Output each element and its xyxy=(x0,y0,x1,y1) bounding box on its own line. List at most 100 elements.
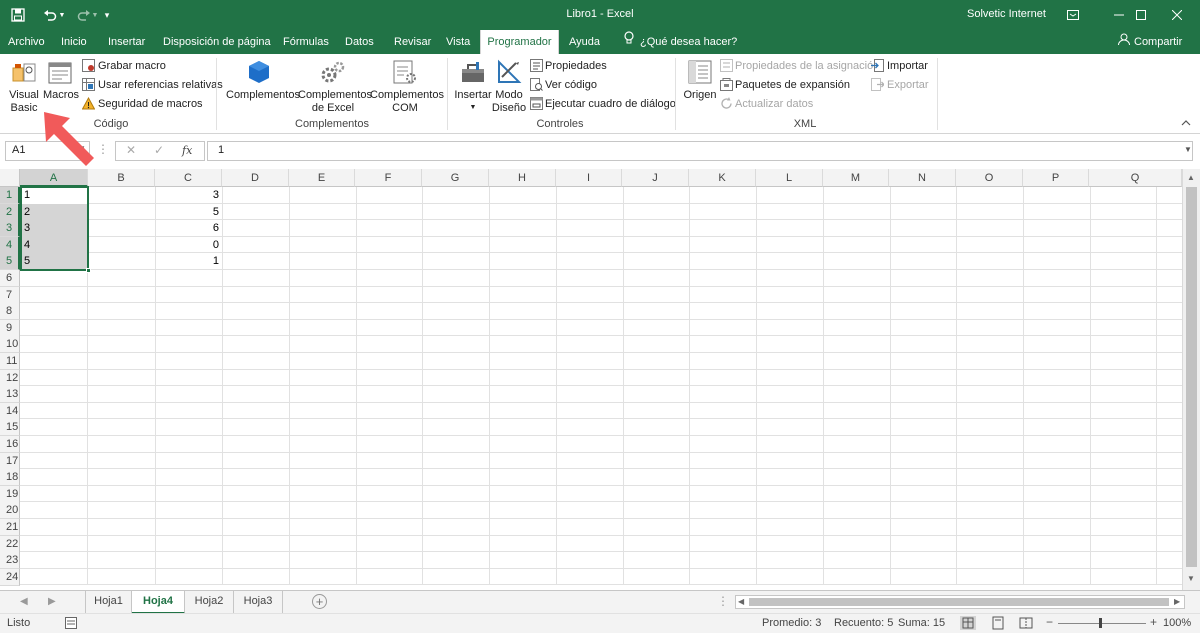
tab-insertar[interactable]: Insertar xyxy=(108,30,145,54)
column-header-i[interactable]: I xyxy=(556,169,622,187)
column-header-k[interactable]: K xyxy=(689,169,756,187)
page-layout-view-icon[interactable] xyxy=(990,616,1006,633)
row-header-18[interactable]: 18 xyxy=(0,469,20,486)
zoom-out-icon[interactable]: − xyxy=(1046,615,1053,629)
row-header-8[interactable]: 8 xyxy=(0,303,20,320)
column-header-b[interactable]: B xyxy=(88,169,155,187)
redo-dropdown-icon[interactable]: ▼ xyxy=(91,7,99,23)
sheet-tab-hoja3[interactable]: Hoja3 xyxy=(234,591,283,613)
row-header-22[interactable]: 22 xyxy=(0,536,20,553)
row-header-14[interactable]: 14 xyxy=(0,403,20,420)
next-sheet-icon[interactable]: ▶ xyxy=(48,596,56,607)
column-header-q[interactable]: Q xyxy=(1089,169,1182,187)
tab-inicio[interactable]: Inicio xyxy=(61,30,87,54)
column-header-f[interactable]: F xyxy=(355,169,422,187)
close-button[interactable] xyxy=(1154,0,1200,30)
tell-me-box[interactable]: ¿Qué desea hacer? xyxy=(624,30,737,54)
vertical-scrollbar[interactable]: ▲ ▼ xyxy=(1182,169,1200,590)
zoom-slider[interactable] xyxy=(1058,623,1146,624)
cell-c3[interactable]: 6 xyxy=(155,220,221,236)
column-header-d[interactable]: D xyxy=(222,169,289,187)
share-button[interactable]: Compartir xyxy=(1118,30,1182,54)
tab-revisar[interactable]: Revisar xyxy=(394,30,431,54)
customize-qat-icon[interactable]: ▾ xyxy=(102,7,112,23)
column-header-n[interactable]: N xyxy=(889,169,956,187)
row-header-15[interactable]: 15 xyxy=(0,419,20,436)
formula-input[interactable]: 1 xyxy=(207,141,1193,161)
scroll-thumb[interactable] xyxy=(1186,187,1197,567)
normal-view-icon[interactable] xyxy=(960,616,976,630)
sheet-tab-hoja1[interactable]: Hoja1 xyxy=(86,591,132,613)
fill-handle[interactable] xyxy=(86,268,91,273)
scroll-down-icon[interactable]: ▼ xyxy=(1187,574,1195,583)
enter-icon[interactable]: ✓ xyxy=(154,143,164,157)
row-header-17[interactable]: 17 xyxy=(0,453,20,470)
tab-programador[interactable]: Programador xyxy=(480,30,559,55)
column-header-c[interactable]: C xyxy=(155,169,222,187)
row-header-7[interactable]: 7 xyxy=(0,287,20,304)
cell-c1[interactable]: 3 xyxy=(155,187,221,203)
column-header-m[interactable]: M xyxy=(823,169,889,187)
column-header-e[interactable]: E xyxy=(289,169,355,187)
scroll-right-icon[interactable]: ▶ xyxy=(1174,597,1180,606)
cell-c4[interactable]: 0 xyxy=(155,237,221,253)
row-header-11[interactable]: 11 xyxy=(0,353,20,370)
row-header-5[interactable]: 5 xyxy=(0,253,20,270)
tab-archivo[interactable]: Archivo xyxy=(8,30,45,54)
row-header-16[interactable]: 16 xyxy=(0,436,20,453)
row-header-23[interactable]: 23 xyxy=(0,552,20,569)
scroll-up-icon[interactable]: ▲ xyxy=(1187,173,1195,182)
row-header-24[interactable]: 24 xyxy=(0,569,20,586)
redo-icon[interactable] xyxy=(76,7,92,23)
row-header-1[interactable]: 1 xyxy=(0,187,20,204)
column-header-a[interactable]: A xyxy=(20,169,88,187)
undo-icon[interactable] xyxy=(42,7,58,23)
expand-formula-bar-icon[interactable]: ▼ xyxy=(1184,145,1192,154)
sheet-tab-hoja4[interactable]: Hoja4 xyxy=(132,591,185,614)
row-header-19[interactable]: 19 xyxy=(0,486,20,503)
row-header-13[interactable]: 13 xyxy=(0,386,20,403)
zoom-level[interactable]: 100% xyxy=(1163,617,1191,629)
tab-formulas[interactable]: Fórmulas xyxy=(283,30,329,54)
row-header-6[interactable]: 6 xyxy=(0,270,20,287)
horizontal-scrollbar[interactable]: ◀ ▶ xyxy=(735,595,1185,609)
cell-c5[interactable]: 1 xyxy=(155,253,221,269)
zoom-in-icon[interactable]: + xyxy=(1150,615,1157,629)
zoom-slider-thumb[interactable] xyxy=(1099,618,1102,628)
collapse-ribbon-icon[interactable] xyxy=(1181,118,1191,129)
sheet-tab-hoja2[interactable]: Hoja2 xyxy=(185,591,234,613)
row-header-2[interactable]: 2 xyxy=(0,204,20,221)
row-header-12[interactable]: 12 xyxy=(0,370,20,387)
insert-function-icon[interactable]: fx xyxy=(182,144,192,157)
tab-ayuda[interactable]: Ayuda xyxy=(569,30,600,54)
undo-dropdown-icon[interactable]: ▼ xyxy=(58,7,66,23)
column-header-h[interactable]: H xyxy=(489,169,556,187)
row-header-3[interactable]: 3 xyxy=(0,220,20,237)
tab-vista[interactable]: Vista xyxy=(446,30,470,54)
ribbon-display-options-icon[interactable] xyxy=(1050,0,1096,30)
column-header-g[interactable]: G xyxy=(422,169,489,187)
worksheet-grid[interactable]: ABCDEFGHIJKLMNOPQ 1 2 3 4 5 6 7 8 9 10 11 12 13 14 15 1… xyxy=(0,169,1200,590)
row-header-10[interactable]: 10 xyxy=(0,336,20,353)
page-break-view-icon[interactable] xyxy=(1018,616,1034,633)
tab-datos[interactable]: Datos xyxy=(345,30,374,54)
macro-record-status-icon[interactable] xyxy=(65,617,77,632)
row-header-20[interactable]: 20 xyxy=(0,502,20,519)
column-header-p[interactable]: P xyxy=(1023,169,1089,187)
cancel-icon[interactable]: ✕ xyxy=(126,143,136,157)
save-icon[interactable] xyxy=(10,7,26,23)
tab-disposicion[interactable]: Disposición de página xyxy=(163,30,271,54)
scroll-left-icon[interactable]: ◀ xyxy=(738,597,744,606)
hscroll-thumb[interactable] xyxy=(749,598,1169,606)
user-name[interactable]: Solvetic Internet xyxy=(967,8,1046,20)
column-header-j[interactable]: J xyxy=(622,169,689,187)
cell-c2[interactable]: 5 xyxy=(155,204,221,220)
column-header-o[interactable]: O xyxy=(956,169,1023,187)
row-header-9[interactable]: 9 xyxy=(0,320,20,337)
row-header-21[interactable]: 21 xyxy=(0,519,20,536)
tab-split-grip-icon[interactable]: ⋮ xyxy=(717,594,729,608)
column-header-l[interactable]: L xyxy=(756,169,823,187)
row-header-4[interactable]: 4 xyxy=(0,237,20,254)
prev-sheet-icon[interactable]: ◀ xyxy=(20,596,28,607)
select-all-corner[interactable] xyxy=(0,169,20,187)
